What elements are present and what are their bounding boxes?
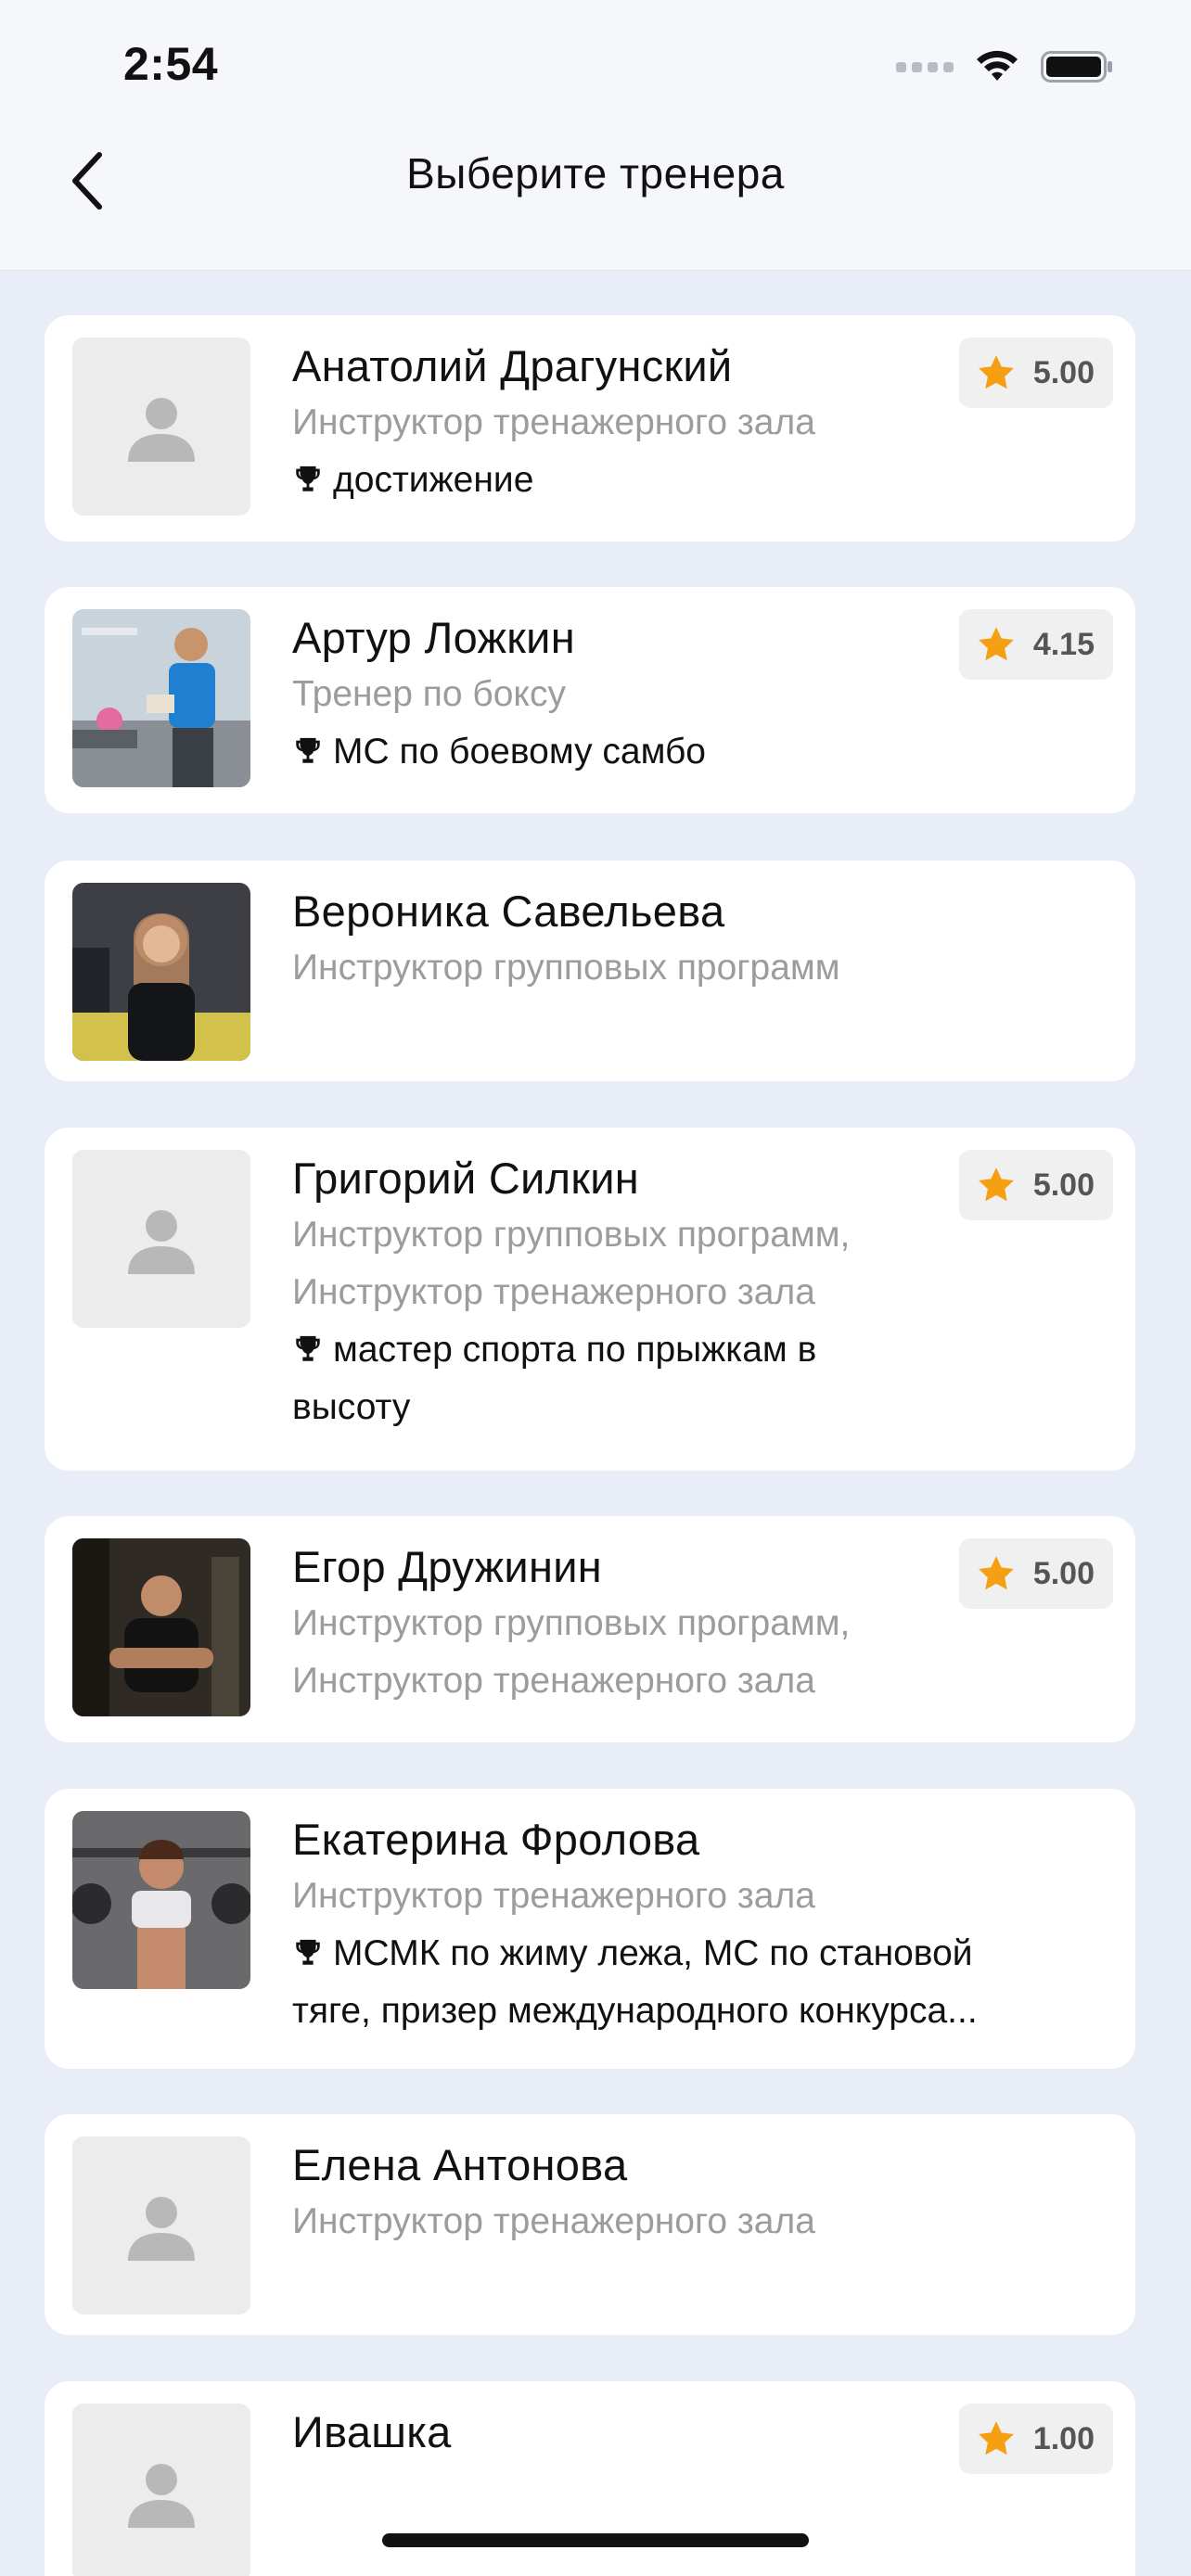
rating-badge: 5.00 <box>958 1150 1113 1220</box>
person-placeholder-icon <box>128 2464 195 2528</box>
avatar-placeholder <box>72 2404 250 2576</box>
home-indicator <box>382 2533 809 2547</box>
trainer-achievement: высоту <box>292 1386 411 1427</box>
rating-badge: 5.00 <box>958 1538 1113 1609</box>
trainer-name: Анатолий Драгунский <box>292 341 733 390</box>
trainer-name: Егор Дружинин <box>292 1542 603 1591</box>
trainer-name: Елена Антонова <box>292 2140 628 2189</box>
trainer-name: Ивашка <box>292 2407 452 2456</box>
rating-badge: 4.15 <box>958 609 1113 680</box>
trainer-card[interactable]: Григорий Силкин Инструктор групповых прог… <box>45 1128 1135 1471</box>
trainer-achievement: тяге, призер международного конкурса... <box>292 1990 978 2031</box>
trainer-achievement: МС по боевому самбо <box>292 723 950 781</box>
trainer-card[interactable]: Екатерина Фролова Инструктор тренажерного… <box>45 1789 1135 2069</box>
trophy-icon <box>296 1335 320 1361</box>
trainer-info: Егор Дружинин Инструктор групповых програ… <box>292 1540 950 1710</box>
trainer-card[interactable]: Вероника Савельева Инструктор групповых п… <box>45 861 1135 1081</box>
trainer-specialization: Инструктор тренажерного зала <box>292 1660 815 1701</box>
trophy-icon <box>296 1939 320 1965</box>
trainer-info: Григорий Силкин Инструктор групповых прог… <box>292 1152 950 1436</box>
trainer-card[interactable]: Елена Антонова Инструктор тренажерного за… <box>45 2114 1135 2335</box>
rating-badge: 1.00 <box>958 2404 1113 2474</box>
trainer-specialization: Инструктор групповых программ, <box>292 1214 851 1255</box>
trainer-specialization: Инструктор тренажерного зала <box>292 2200 815 2241</box>
trainer-info: Ивашка <box>292 2405 950 2460</box>
page-title: Выберите тренера <box>406 149 785 198</box>
trainer-name: Екатерина Фролова <box>292 1815 700 1864</box>
avatar-placeholder <box>72 1150 250 1328</box>
status-time: 2:54 <box>123 38 219 90</box>
person-placeholder-icon <box>128 398 195 462</box>
rating-badge: 5.00 <box>958 338 1113 408</box>
avatar-placeholder <box>72 2136 250 2315</box>
star-icon <box>978 1556 1014 1590</box>
trainer-info: Елена Антонова Инструктор тренажерного за… <box>292 2138 950 2251</box>
star-icon <box>978 355 1014 389</box>
trainer-card[interactable]: Егор Дружинин Инструктор групповых програ… <box>45 1516 1135 1742</box>
person-placeholder-icon <box>128 2197 195 2261</box>
trainer-name: Григорий Силкин <box>292 1154 640 1203</box>
trophy-icon <box>296 465 320 491</box>
avatar <box>72 883 250 1061</box>
rating-value: 5.00 <box>1032 354 1095 390</box>
star-icon <box>978 2421 1014 2455</box>
avatar <box>72 1538 250 1716</box>
trainer-info: Артур Ложкин Тренер по боксу МС по боевому… <box>292 611 950 781</box>
trainer-achievement: мастер спорта по прыжкам в <box>292 1321 950 1379</box>
rating-value: 4.15 <box>1032 626 1095 662</box>
trainer-specialization: Инструктор групповых программ <box>292 947 840 988</box>
trainer-card[interactable]: Анатолий Драгунский Инструктор тренажерно… <box>45 315 1135 542</box>
battery-icon <box>1041 51 1112 83</box>
status-icons <box>896 46 1115 87</box>
avatar-placeholder <box>72 338 250 516</box>
cellular-signal-icon <box>896 61 954 72</box>
rating-value: 5.00 <box>1032 1555 1095 1591</box>
trainer-specialization: Тренер по боксу <box>292 673 566 714</box>
person-placeholder-icon <box>128 1210 195 1274</box>
trainer-info: Екатерина Фролова Инструктор тренажерного… <box>292 1813 978 2040</box>
wifi-icon <box>977 50 1018 81</box>
trainer-photo <box>72 1538 250 1716</box>
star-icon <box>978 627 1014 661</box>
trainer-specialization: Инструктор групповых программ, <box>292 1602 851 1643</box>
trainer-info: Вероника Савельева Инструктор групповых п… <box>292 885 950 997</box>
trainer-photo <box>72 1811 250 1989</box>
rating-value: 1.00 <box>1032 2420 1095 2456</box>
trainer-name: Вероника Савельева <box>292 886 725 936</box>
trainer-achievement: МСМК по жиму лежа, МС по становой <box>292 1925 973 1983</box>
trainer-achievement: достижение <box>292 452 950 509</box>
trainer-name: Артур Ложкин <box>292 613 575 662</box>
star-icon <box>978 1167 1014 1202</box>
avatar <box>72 609 250 787</box>
trainer-specialization: Инструктор тренажерного зала <box>292 1875 815 1916</box>
rating-value: 5.00 <box>1032 1167 1095 1203</box>
trainer-photo <box>72 609 250 787</box>
trainer-card[interactable]: Артур Ложкин Тренер по боксу МС по боевому… <box>45 587 1135 813</box>
trainer-info: Анатолий Драгунский Инструктор тренажерно… <box>292 339 950 509</box>
trainer-specialization: Инструктор тренажерного зала <box>292 402 815 442</box>
trainer-specialization: Инструктор тренажерного зала <box>292 1271 815 1312</box>
avatar <box>72 1811 250 1989</box>
trainer-photo <box>72 883 250 1061</box>
navigation-bar: 2:54 Выберите тренера <box>0 0 1191 271</box>
trophy-icon <box>296 737 320 763</box>
